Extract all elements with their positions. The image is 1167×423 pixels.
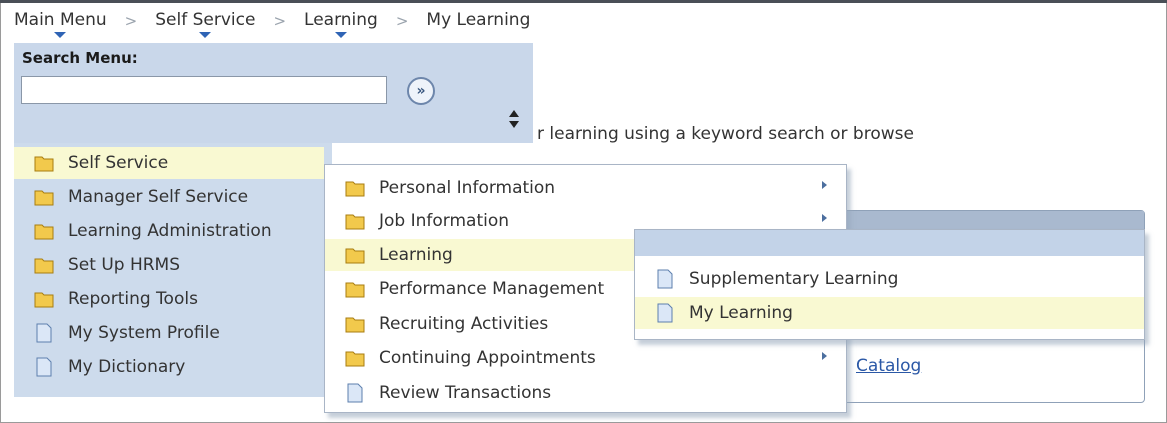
menu-item-label: Personal Information: [379, 178, 556, 198]
menu-item-label: Manager Self Service: [68, 187, 249, 207]
menu-item-my-dictionary[interactable]: My Dictionary: [34, 351, 185, 383]
breadcrumb-separator: >: [273, 12, 287, 30]
folder-icon: [34, 258, 54, 274]
menu-item-reporting-tools[interactable]: Reporting Tools: [34, 283, 198, 315]
folder-icon: [345, 282, 365, 298]
breadcrumb-my-learning[interactable]: My Learning: [426, 10, 530, 38]
folder-icon: [345, 317, 365, 333]
menu-item-performance-management[interactable]: Performance Management: [345, 273, 604, 305]
breadcrumb-learning[interactable]: Learning: [304, 10, 378, 38]
sort-toggle-icon[interactable]: [508, 108, 520, 130]
menu-item-label: My Dictionary: [68, 357, 186, 377]
folder-icon: [345, 214, 365, 230]
folder-icon: [345, 181, 365, 197]
menu-item-job-information[interactable]: Job Information: [345, 205, 509, 237]
submenu-arrow-icon: [822, 181, 827, 189]
menu-item-label: Job Information: [379, 211, 510, 231]
folder-icon: [345, 351, 365, 367]
page-icon: [657, 303, 673, 323]
menu-level-3: Supplementary Learning My Learning: [634, 229, 1145, 340]
folder-icon: [34, 224, 54, 240]
page-icon: [657, 269, 673, 289]
menu-item-label: Review Transactions: [379, 383, 552, 403]
dropdown-caret-icon: [334, 32, 347, 38]
menu-item-label: Performance Management: [379, 279, 605, 299]
menu-item-learning-administration[interactable]: Learning Administration: [34, 215, 272, 247]
search-go-button[interactable]: »: [407, 77, 435, 105]
search-menu-label: Search Menu:: [22, 49, 138, 67]
menu-item-personal-information[interactable]: Personal Information: [345, 172, 555, 204]
breadcrumb-label: Learning: [304, 10, 378, 30]
menu-item-label: Set Up HRMS: [68, 255, 181, 275]
folder-icon: [34, 156, 54, 172]
top-border: [0, 0, 1167, 3]
page-help-text: r learning using a keyword search or bro…: [537, 124, 914, 144]
menu-item-label: Self Service: [68, 153, 169, 173]
breadcrumb-label: Self Service: [155, 10, 256, 30]
dropdown-caret-icon: [199, 32, 212, 38]
menu-item-learning[interactable]: Learning: [325, 239, 635, 271]
menu-item-my-learning[interactable]: My Learning: [635, 297, 1144, 329]
page-icon: [36, 323, 52, 343]
submenu-arrow-icon: [822, 352, 827, 360]
breadcrumb-label: My Learning: [426, 10, 531, 30]
submenu-arrow-icon: [822, 214, 827, 222]
menu-item-label: My System Profile: [68, 323, 220, 343]
breadcrumb-separator: >: [395, 12, 409, 30]
page-icon: [36, 357, 52, 377]
menu-item-supplementary-learning[interactable]: Supplementary Learning: [655, 263, 898, 295]
menu-item-my-system-profile[interactable]: My System Profile: [34, 317, 220, 349]
folder-icon: [345, 248, 365, 264]
menu-level-1: Self Service Manager Self Service Learni…: [14, 143, 332, 397]
menu-item-set-up-hrms[interactable]: Set Up HRMS: [34, 249, 180, 281]
menu-item-label: Learning: [379, 245, 453, 265]
menu-item-label: Reporting Tools: [68, 289, 198, 309]
search-menu-panel: Search Menu: »: [14, 43, 533, 143]
menu-item-label: Supplementary Learning: [689, 269, 899, 289]
menu-item-label: Recruiting Activities: [379, 314, 549, 334]
menu-item-label: My Learning: [689, 303, 793, 323]
breadcrumb: Main Menu > Self Service > Learning > My…: [14, 10, 530, 38]
breadcrumb-self-service[interactable]: Self Service: [155, 10, 255, 38]
menu-item-label: Continuing Appointments: [379, 348, 596, 368]
search-menu-input[interactable]: [21, 76, 387, 104]
page-icon: [347, 383, 363, 403]
catalog-link[interactable]: Catalog: [856, 356, 921, 376]
menu-item-self-service[interactable]: Self Service: [14, 147, 324, 179]
folder-icon: [34, 190, 54, 206]
breadcrumb-main-menu[interactable]: Main Menu: [14, 10, 107, 38]
breadcrumb-label: Main Menu: [14, 10, 107, 30]
menu-item-manager-self-service[interactable]: Manager Self Service: [34, 181, 248, 213]
menu-item-recruiting-activities[interactable]: Recruiting Activities: [345, 308, 548, 340]
menu-item-continuing-appointments[interactable]: Continuing Appointments: [345, 342, 596, 374]
menu-item-review-transactions[interactable]: Review Transactions: [345, 377, 551, 409]
dropdown-caret-icon: [54, 32, 67, 38]
menu-item-label: Learning Administration: [68, 221, 272, 241]
breadcrumb-separator: >: [124, 12, 138, 30]
folder-icon: [34, 292, 54, 308]
